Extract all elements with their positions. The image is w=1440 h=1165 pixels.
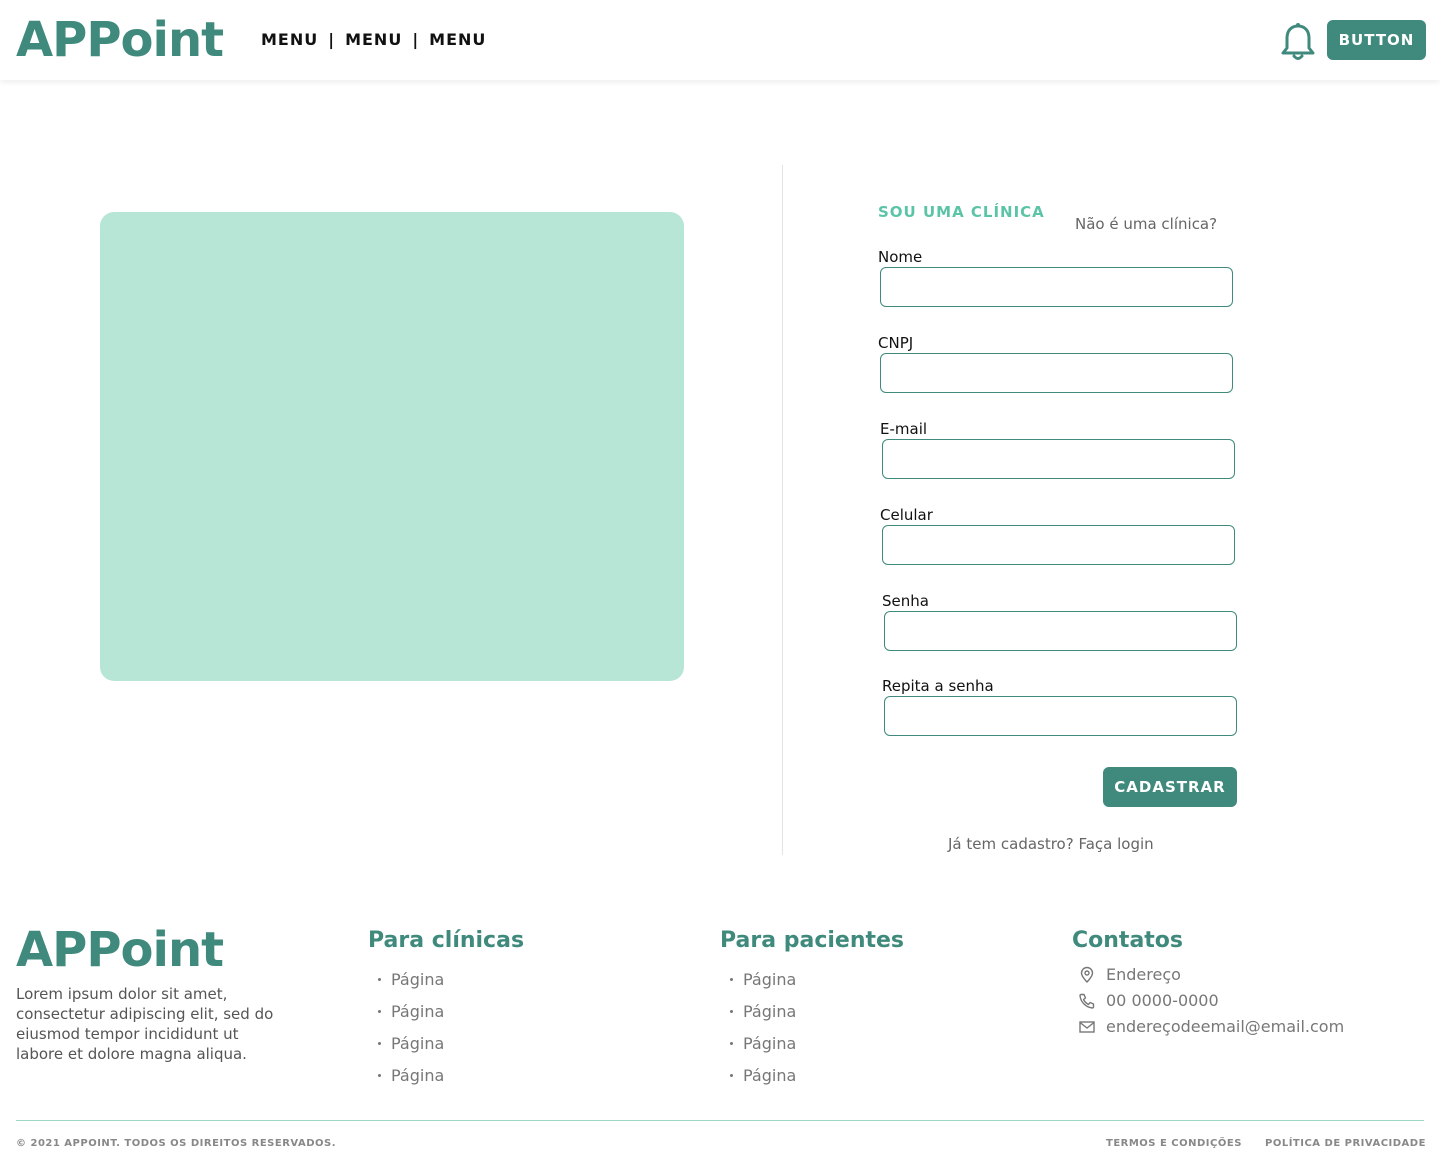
footer-patients-title: Para pacientes [720,928,905,953]
bullet-icon [730,1073,733,1077]
bullet-icon [378,977,381,981]
list-item[interactable]: Página [730,1059,796,1091]
footer-link[interactable]: Página [391,1034,444,1053]
bell-icon[interactable] [1280,22,1316,62]
list-item[interactable]: Página [378,995,444,1027]
bullet-icon [378,1073,381,1077]
header-button[interactable]: BUTTON [1327,20,1426,60]
list-item[interactable]: Página [378,1059,444,1091]
name-input[interactable] [880,267,1233,307]
footer-link[interactable]: Página [743,970,796,989]
mail-icon [1079,1020,1095,1033]
not-clinic-link[interactable]: Não é uma clínica? [1075,215,1217,233]
list-item[interactable]: Página [730,995,796,1027]
bullet-icon [730,977,733,981]
phone-icon [1079,993,1095,1009]
list-item[interactable]: Página [378,1027,444,1059]
password-input[interactable] [884,611,1237,651]
footer-link[interactable]: Página [391,1002,444,1021]
main-nav: MENU | MENU | MENU [261,30,486,49]
contact-address: Endereço [1078,965,1181,984]
location-pin-icon [1080,966,1094,983]
footer-clinics-title: Para clínicas [368,928,525,953]
nav-separator: | [328,30,336,49]
register-button[interactable]: CADASTRAR [1103,767,1237,807]
list-item[interactable]: Página [730,1027,796,1059]
bullet-icon [378,1009,381,1013]
form-title: SOU UMA CLÍNICA [878,203,1045,221]
nav-menu-2[interactable]: MENU [345,30,402,49]
bullet-icon [730,1009,733,1013]
footer-link[interactable]: Página [391,1066,444,1085]
footer-patients-list: Página Página Página Página [730,963,796,1091]
email-input[interactable] [882,439,1235,479]
footer-clinics-list: Página Página Página Página [378,963,444,1091]
image-placeholder [100,212,684,681]
terms-link[interactable]: TERMOS E CONDIÇÕES [1106,1138,1242,1149]
phone-input[interactable] [882,525,1235,565]
footer-link[interactable]: Página [391,970,444,989]
contact-email: endereçodeemail@email.com [1078,1017,1344,1036]
bullet-icon [730,1041,733,1045]
list-item[interactable]: Página [730,963,796,995]
footer-divider [16,1120,1424,1121]
cnpj-input[interactable] [880,353,1233,393]
nav-menu-3[interactable]: MENU [429,30,486,49]
footer-link[interactable]: Página [743,1034,796,1053]
footer-logo[interactable]: APPoint [16,922,224,978]
footer-link[interactable]: Página [743,1002,796,1021]
nav-separator: | [412,30,420,49]
address-text: Endereço [1106,965,1181,984]
phone-label: Celular [880,506,933,524]
vertical-divider [782,165,783,855]
password-label: Senha [882,592,929,610]
name-label: Nome [878,248,923,266]
list-item[interactable]: Página [378,963,444,995]
repeat-password-label: Repita a senha [882,677,994,695]
top-header: APPoint MENU | MENU | MENU BUTTON [0,0,1440,80]
copyright-text: © 2021 APPOINT. TODOS OS DIREITOS RESERV… [16,1138,337,1149]
footer-description: Lorem ipsum dolor sit amet, consectetur … [16,985,274,1063]
phone-text: 00 0000-0000 [1106,991,1219,1010]
nav-menu-1[interactable]: MENU [261,30,318,49]
logo[interactable]: APPoint [16,12,224,68]
cnpj-label: CNPJ [878,334,914,352]
contact-phone: 00 0000-0000 [1078,991,1219,1010]
footer-contacts-title: Contatos [1072,928,1184,953]
login-link[interactable]: Já tem cadastro? Faça login [948,835,1154,853]
bullet-icon [378,1041,381,1045]
footer-link[interactable]: Página [743,1066,796,1085]
repeat-password-input[interactable] [884,696,1237,736]
privacy-link[interactable]: POLÍTICA DE PRIVACIDADE [1265,1138,1426,1149]
email-text[interactable]: endereçodeemail@email.com [1106,1017,1344,1036]
email-label: E-mail [880,420,928,438]
